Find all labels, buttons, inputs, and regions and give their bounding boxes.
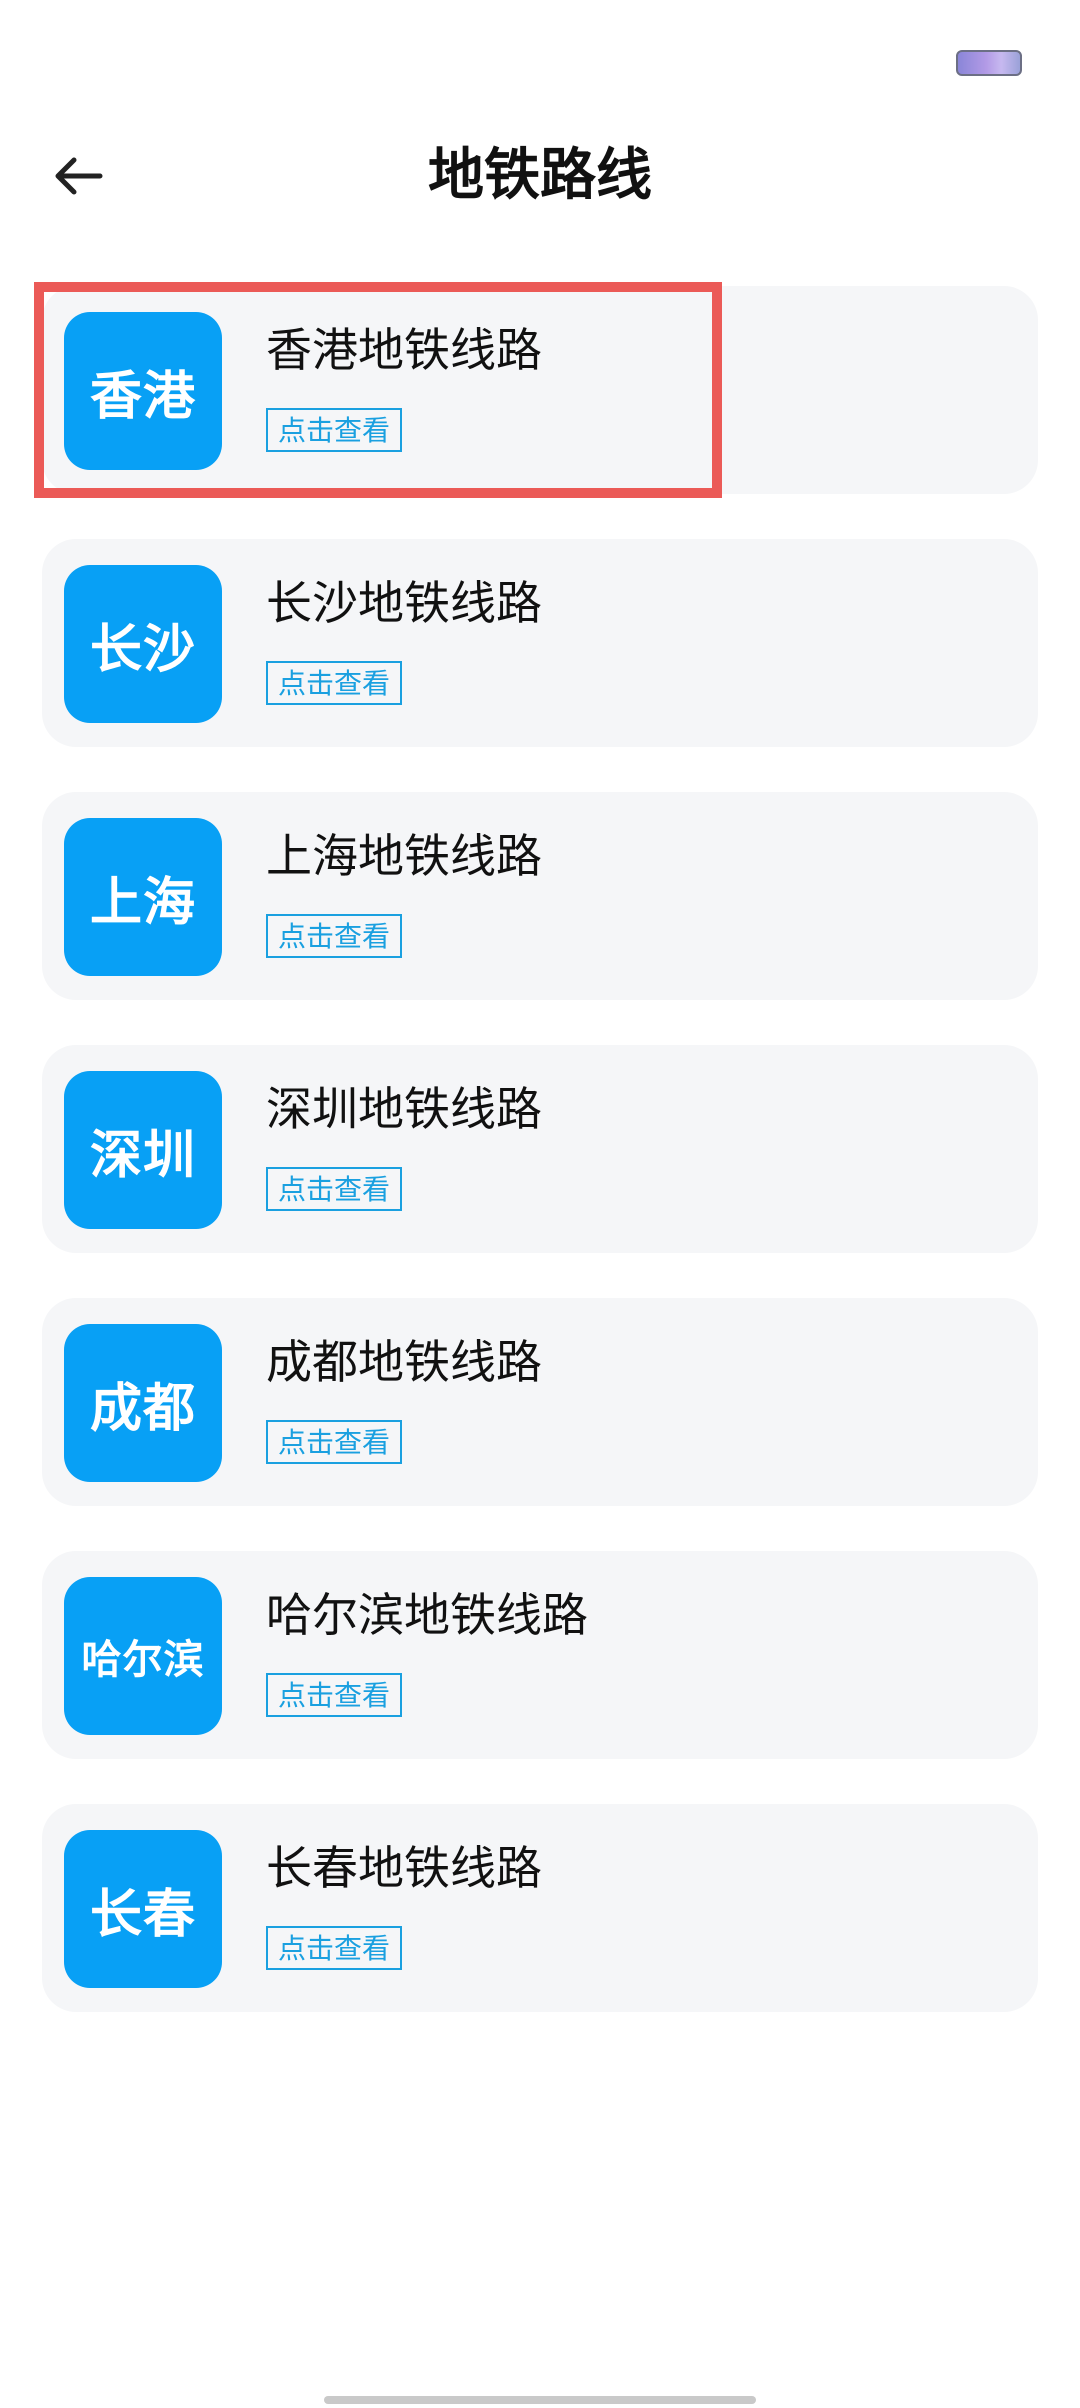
city-badge: 深圳 (64, 1071, 222, 1229)
list-item-chengdu[interactable]: 成都 成都地铁线路 点击查看 (42, 1298, 1038, 1506)
subway-routes-screen: 地铁路线 香港 香港地铁线路 点击查看 长沙 长沙地铁线路 点击查看 上海 上海… (0, 0, 1080, 2408)
card-title: 长春地铁线路 (266, 1841, 542, 1895)
home-indicator[interactable] (324, 2396, 756, 2404)
city-badge: 成都 (64, 1324, 222, 1482)
city-list: 香港 香港地铁线路 点击查看 长沙 长沙地铁线路 点击查看 上海 上海地铁线路 … (34, 282, 1038, 2057)
card-title: 成都地铁线路 (266, 1335, 542, 1389)
city-badge: 长沙 (64, 565, 222, 723)
city-badge: 香港 (64, 312, 222, 470)
list-item-changsha[interactable]: 长沙 长沙地铁线路 点击查看 (42, 539, 1038, 747)
list-item-harbin[interactable]: 哈尔滨 哈尔滨地铁线路 点击查看 (42, 1551, 1038, 1759)
view-button[interactable]: 点击查看 (266, 408, 403, 452)
list-item-shenzhen[interactable]: 深圳 深圳地铁线路 点击查看 (42, 1045, 1038, 1253)
list-item-shanghai[interactable]: 上海 上海地铁线路 点击查看 (42, 792, 1038, 1000)
view-button[interactable]: 点击查看 (266, 1167, 403, 1211)
view-button[interactable]: 点击查看 (266, 1926, 403, 1970)
list-item-hongkong[interactable]: 香港 香港地铁线路 点击查看 (34, 282, 1038, 498)
status-bar (0, 0, 1080, 110)
card-title: 哈尔滨地铁线路 (266, 1588, 588, 1642)
card-title: 长沙地铁线路 (266, 576, 542, 630)
card-title: 深圳地铁线路 (266, 1082, 542, 1136)
header: 地铁路线 (0, 120, 1080, 230)
city-badge: 哈尔滨 (64, 1577, 222, 1735)
view-button[interactable]: 点击查看 (266, 914, 403, 958)
battery-icon (956, 50, 1022, 76)
city-badge: 长春 (64, 1830, 222, 1988)
list-item-changchun[interactable]: 长春 长春地铁线路 点击查看 (42, 1804, 1038, 2012)
city-badge: 上海 (64, 818, 222, 976)
view-button[interactable]: 点击查看 (266, 661, 403, 705)
card-title: 上海地铁线路 (266, 829, 542, 883)
view-button[interactable]: 点击查看 (266, 1420, 403, 1464)
page-title: 地铁路线 (428, 143, 652, 208)
view-button[interactable]: 点击查看 (266, 1673, 403, 1717)
card-title: 香港地铁线路 (266, 323, 542, 377)
